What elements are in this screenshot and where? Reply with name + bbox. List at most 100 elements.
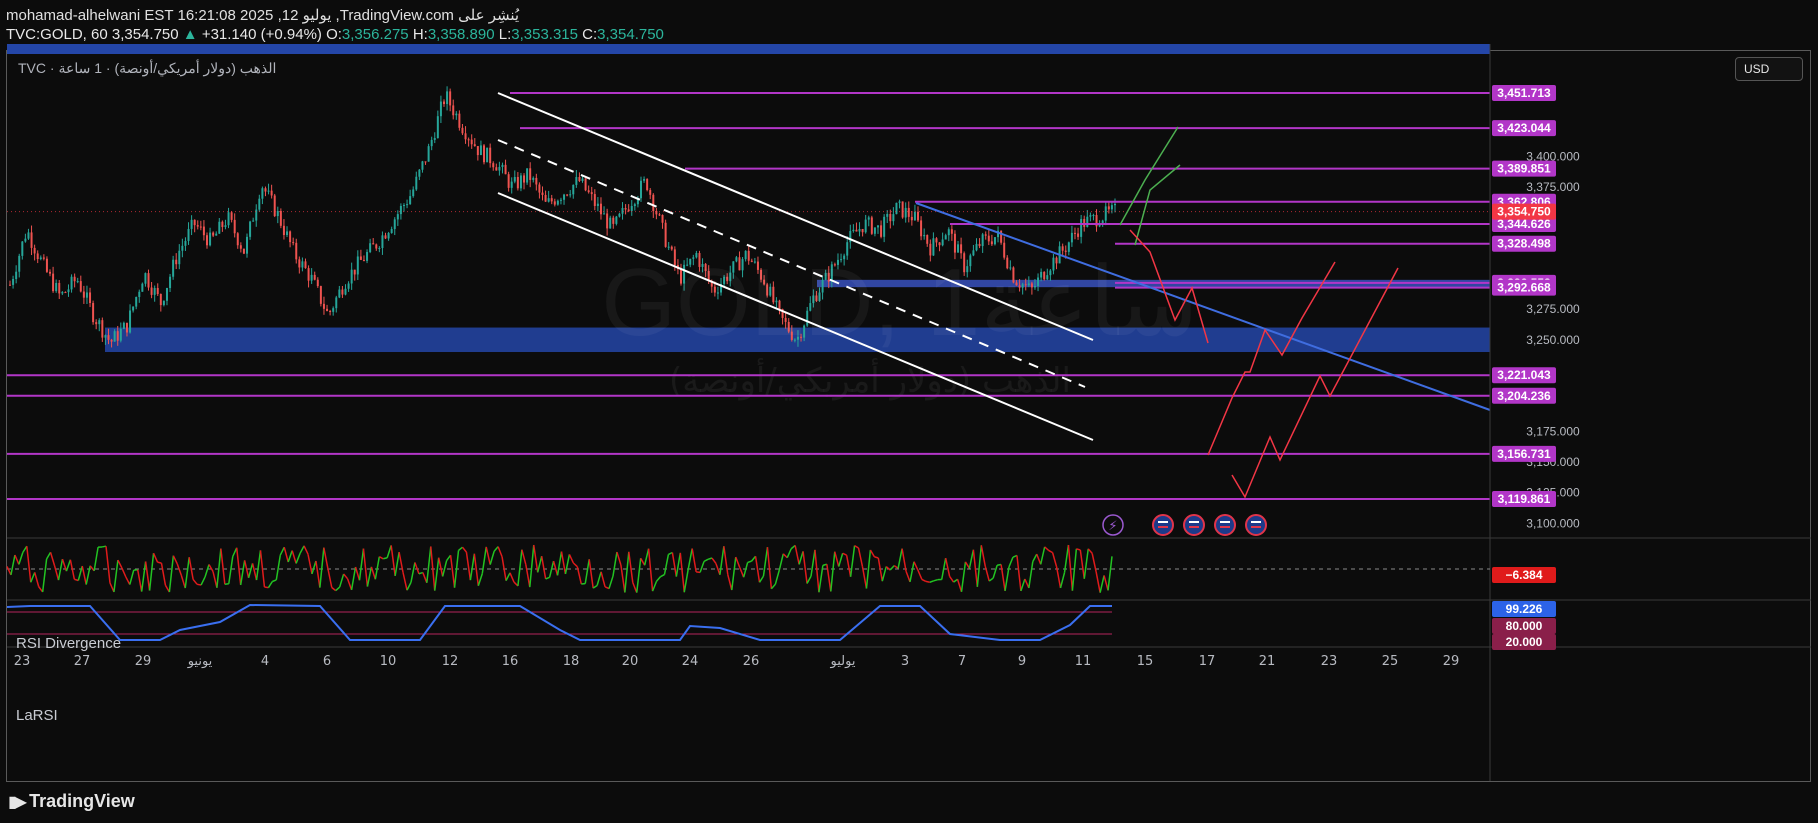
rsi-segment	[255, 550, 262, 581]
candle-body	[153, 287, 156, 295]
candle-body	[341, 289, 344, 295]
candle-body	[923, 235, 926, 237]
rsi-segment	[65, 559, 72, 572]
rsi-segment	[778, 553, 785, 571]
candle-body	[649, 190, 652, 195]
rsi-segment	[1028, 561, 1034, 589]
chart-canvas[interactable]: GOLD, 1ساعة الذهب (دولار أمريكي/أونصة) 3…	[0, 0, 1818, 823]
candle-body	[144, 273, 147, 284]
candle-body	[538, 184, 541, 193]
candle-body	[350, 269, 353, 284]
rsi-segment	[984, 566, 990, 582]
rsi-segment	[1039, 546, 1046, 565]
rsi-segment	[77, 565, 83, 581]
candle-body	[544, 194, 547, 202]
candle-body	[73, 276, 76, 282]
candle-body	[526, 168, 529, 183]
rsi-segment	[901, 548, 907, 572]
rsi-segment	[136, 569, 143, 592]
candle-body	[981, 234, 984, 247]
rsi-segment	[865, 549, 872, 589]
candle-body	[535, 177, 538, 185]
rsi-segment	[386, 545, 392, 558]
candle-body	[563, 194, 566, 200]
rsi-segment	[299, 545, 305, 554]
candle-body	[267, 190, 270, 192]
candle-body	[313, 274, 316, 280]
rsi-segment	[754, 556, 761, 583]
candle-body	[550, 198, 553, 202]
rsi-label[interactable]: RSI Divergence	[16, 635, 121, 652]
candle-body	[372, 243, 375, 245]
rsi-segment	[485, 546, 491, 565]
candle-body	[476, 146, 479, 156]
rsi-segment	[129, 569, 135, 585]
candle-body	[227, 212, 230, 226]
candle-body	[276, 210, 279, 217]
candle-body	[938, 242, 941, 246]
x-axis-label: 11	[1075, 654, 1092, 669]
candle-body	[910, 216, 913, 221]
rsi-segment	[849, 545, 856, 577]
rsi-segment	[144, 561, 151, 591]
candle-body	[1083, 218, 1086, 227]
rsi-segment	[117, 559, 123, 569]
candle-body	[1098, 224, 1101, 227]
candle-body	[858, 229, 861, 232]
us-flag-stripe	[1189, 526, 1199, 528]
rsi-segment	[845, 555, 852, 577]
x-axis-label: 17	[1199, 654, 1216, 669]
currency-button[interactable]: USD	[1735, 57, 1803, 81]
candle-body	[984, 234, 987, 236]
candle-body	[344, 288, 347, 295]
candle-body	[920, 220, 923, 237]
candle-body	[409, 196, 412, 205]
rsi-segment	[683, 569, 689, 593]
candle-body	[85, 292, 88, 298]
x-axis-label: 29	[1443, 654, 1460, 669]
candle-body	[212, 232, 215, 236]
x-axis-label: يونيو	[187, 654, 213, 669]
candle-body	[329, 311, 332, 313]
candle-body	[581, 178, 584, 181]
level-price-label: 3,119.861	[1498, 492, 1551, 506]
rsi-segment	[1079, 549, 1086, 579]
rsi-segment	[343, 573, 349, 580]
us-flag-stripe	[1251, 526, 1261, 528]
rsi-segment	[34, 572, 40, 587]
y-axis-tick: 3,250.000	[1526, 333, 1580, 347]
level-price-label: 3,156.731	[1497, 447, 1551, 461]
x-axis-label: 18	[563, 654, 580, 669]
candle-body	[307, 268, 310, 281]
rsi-segment	[632, 582, 638, 593]
candle-body	[122, 322, 125, 329]
rsi-segment	[109, 582, 115, 593]
candle-body	[49, 271, 52, 274]
candle-body	[1086, 216, 1089, 227]
rsi-segment	[968, 549, 975, 569]
rsi-segment	[533, 544, 539, 573]
candle-body	[45, 258, 48, 272]
candle-body	[987, 235, 990, 242]
tradingview-logo[interactable]: ▮▶ TradingView	[8, 791, 135, 812]
rsi-segment	[540, 556, 547, 580]
rsi-segment	[216, 548, 222, 588]
y-axis-tick: 3,175.000	[1526, 425, 1580, 439]
candle-body	[9, 284, 11, 286]
rsi-segment	[437, 557, 444, 577]
rsi-segment	[976, 545, 983, 587]
candle-body	[233, 219, 236, 234]
candle-body	[941, 239, 944, 246]
rsi-segment	[727, 574, 733, 591]
candle-body	[599, 203, 602, 215]
rsi-segment	[643, 548, 650, 566]
candle-body	[415, 176, 418, 190]
rsi-segment	[806, 575, 812, 584]
chart-legend[interactable]: TVC · الذهب (دولار أمريكي/أونصة) · 1 ساع…	[18, 60, 276, 77]
candle-body	[880, 225, 883, 237]
rsi-segment	[972, 549, 979, 587]
candle-body	[92, 303, 95, 323]
larsi-label[interactable]: LaRSI	[16, 707, 58, 724]
rsi-segment	[588, 559, 594, 589]
rsi-segment	[283, 546, 289, 563]
